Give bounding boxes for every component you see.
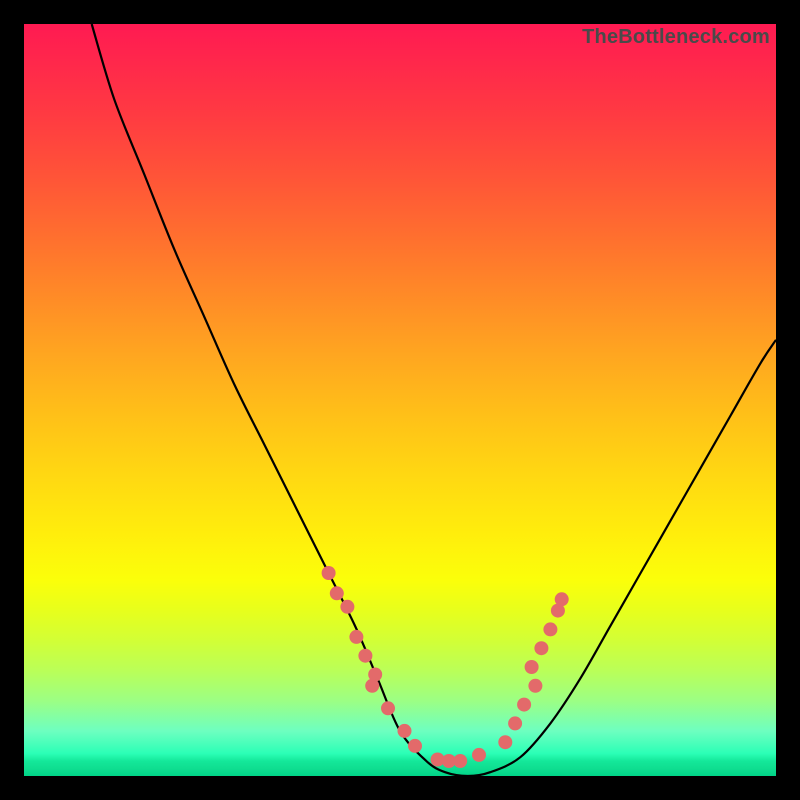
highlight-dots bbox=[322, 566, 569, 768]
bottleneck-curve bbox=[92, 24, 776, 776]
highlight-dot bbox=[358, 649, 372, 663]
highlight-dot bbox=[381, 701, 395, 715]
highlight-dot bbox=[543, 622, 557, 636]
highlight-dot bbox=[498, 735, 512, 749]
highlight-dot bbox=[534, 641, 548, 655]
highlight-dot bbox=[330, 586, 344, 600]
highlight-dot bbox=[398, 724, 412, 738]
highlight-dot bbox=[322, 566, 336, 580]
highlight-dot bbox=[349, 630, 363, 644]
highlight-dot bbox=[528, 679, 542, 693]
chart-svg bbox=[24, 24, 776, 776]
highlight-dot bbox=[525, 660, 539, 674]
highlight-dot bbox=[555, 592, 569, 606]
highlight-dot bbox=[365, 679, 379, 693]
highlight-dot bbox=[340, 600, 354, 614]
highlight-dot bbox=[408, 739, 422, 753]
highlight-dot bbox=[472, 748, 486, 762]
highlight-dot bbox=[508, 716, 522, 730]
chart-frame: TheBottleneck.com bbox=[0, 0, 800, 800]
highlight-dot bbox=[517, 698, 531, 712]
plot-area: TheBottleneck.com bbox=[24, 24, 776, 776]
highlight-dot bbox=[453, 754, 467, 768]
